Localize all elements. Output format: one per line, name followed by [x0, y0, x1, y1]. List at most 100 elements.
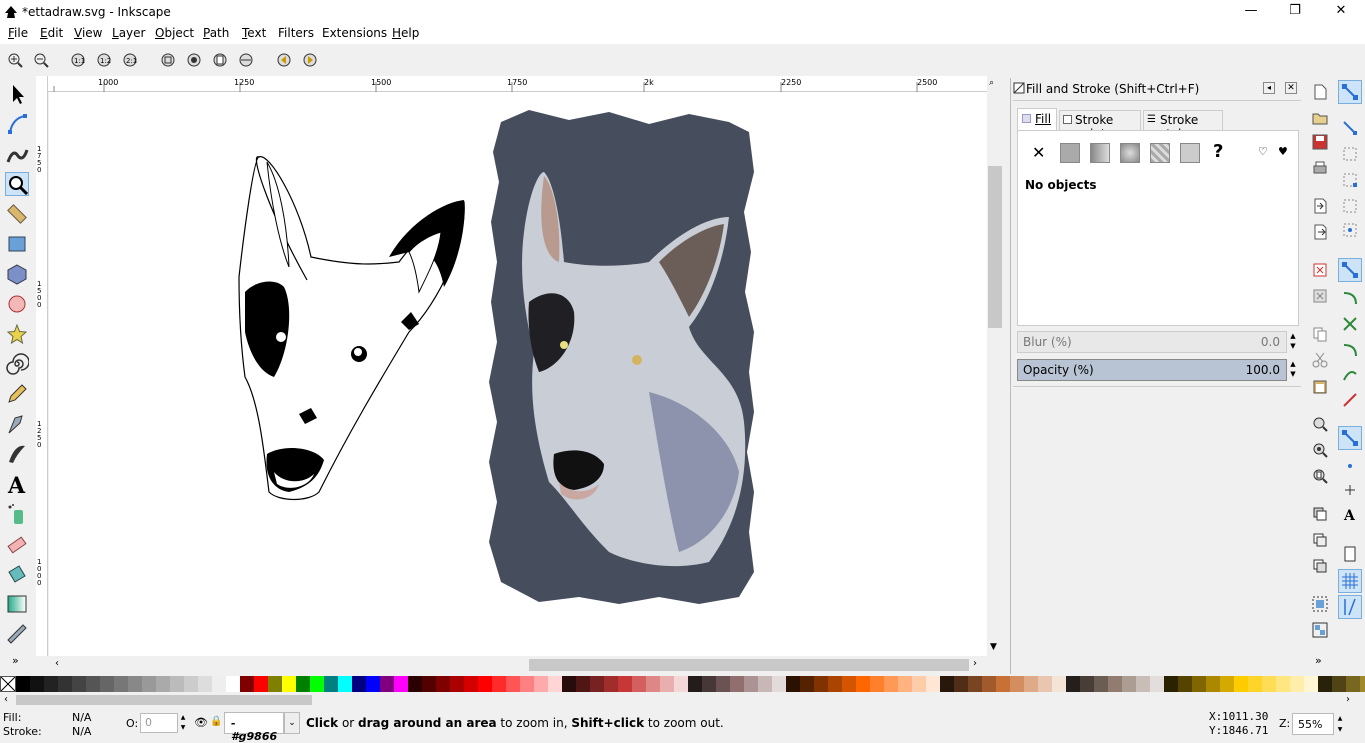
color-swatch[interactable]	[16, 676, 30, 692]
minimize-button[interactable]: —	[1228, 0, 1274, 24]
opacity-input-spinner[interactable]: ▲ ▼	[178, 713, 188, 733]
color-swatch[interactable]	[1052, 676, 1066, 692]
zoom-1-1-icon[interactable]: 1:1	[70, 52, 86, 68]
snap-line-midpoint-icon[interactable]	[1342, 392, 1358, 408]
spray-icon[interactable]	[5, 502, 29, 526]
color-swatch[interactable]	[408, 676, 422, 692]
save-icon[interactable]	[1312, 134, 1328, 150]
color-swatch[interactable]	[590, 676, 604, 692]
palette-scroll-thumb[interactable]	[16, 695, 312, 705]
color-swatch[interactable]	[1234, 676, 1248, 692]
color-swatch[interactable]	[646, 676, 660, 692]
snap-grid-toggle[interactable]	[1338, 569, 1362, 593]
color-swatch[interactable]	[240, 676, 254, 692]
color-swatch[interactable]	[1094, 676, 1108, 692]
color-swatch[interactable]	[1360, 676, 1365, 692]
spiral-icon[interactable]	[5, 352, 29, 376]
color-swatch[interactable]	[296, 676, 310, 692]
tab-stroke-paint[interactable]: Stroke paint	[1059, 110, 1141, 141]
zoom-previous-icon[interactable]	[276, 52, 292, 68]
menu-help[interactable]: Help	[392, 26, 419, 40]
duplicate-icon[interactable]	[1312, 506, 1328, 522]
layer-dropdown-icon[interactable]: ⌄	[284, 712, 300, 734]
opacity-slider[interactable]: Opacity (%) 100.0	[1017, 359, 1287, 381]
color-swatch[interactable]	[394, 676, 408, 692]
color-swatch[interactable]	[324, 676, 338, 692]
zoom-input[interactable]: 55%	[1292, 713, 1334, 735]
color-swatch[interactable]	[1262, 676, 1276, 692]
color-swatch[interactable]	[44, 676, 58, 692]
color-swatch[interactable]	[702, 676, 716, 692]
zoom-selection-icon[interactable]	[160, 52, 176, 68]
flat-color-icon[interactable]	[1060, 143, 1080, 163]
color-swatch[interactable]	[72, 676, 86, 692]
horizontal-scroll-thumb[interactable]	[529, 659, 969, 671]
color-swatch[interactable]	[968, 676, 982, 692]
dropper-icon[interactable]	[5, 622, 29, 646]
color-swatch[interactable]	[800, 676, 814, 692]
palette-scrollbar[interactable]: ‹ ›	[0, 692, 1365, 708]
gradient-icon[interactable]	[5, 592, 29, 616]
blur-spinner[interactable]: ▲ ▼	[1288, 331, 1298, 353]
snap-bbox-center-icon[interactable]	[1342, 222, 1358, 238]
zoom-page-cmd-icon[interactable]	[1312, 468, 1328, 484]
snap-object-center-icon[interactable]	[1342, 458, 1358, 474]
color-swatch[interactable]	[1206, 676, 1220, 692]
text-icon[interactable]: A	[5, 472, 29, 496]
menu-extensions[interactable]: Extensions	[322, 26, 387, 40]
bucket-icon[interactable]	[5, 562, 29, 586]
no-color-swatch[interactable]	[0, 676, 16, 692]
redo-icon[interactable]	[1312, 288, 1328, 304]
tweak-icon[interactable]	[5, 142, 29, 166]
undo-icon[interactable]	[1312, 262, 1328, 278]
snap-cusp-nodes-icon[interactable]	[1342, 342, 1358, 358]
swatch-strip[interactable]	[16, 676, 1365, 692]
color-swatch[interactable]	[1290, 676, 1304, 692]
color-swatch[interactable]	[1192, 676, 1206, 692]
color-swatch[interactable]	[604, 676, 618, 692]
color-swatch[interactable]	[660, 676, 674, 692]
fill-rule-nonzero-icon[interactable]: ♥	[1278, 145, 1288, 158]
color-swatch[interactable]	[926, 676, 940, 692]
horizontal-scrollbar[interactable]: ‹ ›	[49, 656, 987, 674]
zoom-icon[interactable]	[5, 172, 29, 196]
snap-guides-toggle[interactable]	[1338, 595, 1362, 619]
color-swatch[interactable]	[254, 676, 268, 692]
color-swatch[interactable]	[576, 676, 590, 692]
color-swatch[interactable]	[744, 676, 758, 692]
cut-icon[interactable]	[1312, 352, 1328, 368]
menu-layer[interactable]: Layer	[112, 26, 145, 40]
color-swatch[interactable]	[548, 676, 562, 692]
copy-icon[interactable]	[1312, 326, 1328, 342]
color-swatch[interactable]	[464, 676, 478, 692]
restore-button[interactable]: ❐	[1272, 0, 1318, 24]
print-icon[interactable]	[1312, 160, 1328, 176]
palette-scroll-right-icon[interactable]: ›	[1346, 694, 1350, 705]
color-swatch[interactable]	[450, 676, 464, 692]
pen-icon[interactable]	[5, 412, 29, 436]
layer-lock-icon[interactable]: 🔒	[210, 716, 222, 727]
color-swatch[interactable]	[828, 676, 842, 692]
blur-slider[interactable]: Blur (%) 0.0	[1017, 331, 1287, 353]
color-swatch[interactable]	[786, 676, 800, 692]
zoom-page-icon[interactable]	[212, 52, 228, 68]
color-palette[interactable]	[0, 676, 1365, 692]
zoom-page-width-icon[interactable]	[238, 52, 254, 68]
color-swatch[interactable]	[1276, 676, 1290, 692]
menu-text[interactable]: Text	[242, 26, 266, 40]
menu-filters[interactable]: Filters	[278, 26, 314, 40]
scroll-right-icon[interactable]: ›	[973, 658, 977, 669]
color-swatch[interactable]	[1136, 676, 1150, 692]
color-swatch[interactable]	[1178, 676, 1192, 692]
color-swatch[interactable]	[198, 676, 212, 692]
snap-others-toggle[interactable]	[1338, 426, 1362, 450]
color-swatch[interactable]	[632, 676, 646, 692]
fill-rule-evenodd-icon[interactable]: ♡	[1258, 145, 1268, 158]
color-swatch[interactable]	[898, 676, 912, 692]
color-swatch[interactable]	[674, 676, 688, 692]
linear-gradient-icon[interactable]	[1090, 143, 1110, 163]
zoom-1-2-icon[interactable]: 1:2	[96, 52, 112, 68]
zoom-2-1-icon[interactable]: 2:1	[122, 52, 138, 68]
color-swatch[interactable]	[156, 676, 170, 692]
import-icon[interactable]	[1312, 198, 1328, 214]
